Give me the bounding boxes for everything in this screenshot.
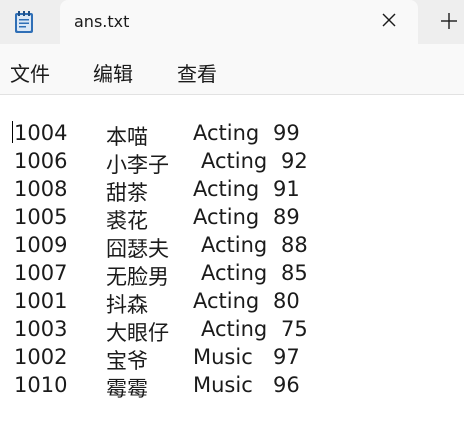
- line-score: 80: [273, 289, 300, 313]
- line-name: 霉霉: [106, 377, 148, 401]
- line-score: 96: [273, 373, 300, 397]
- menu-bar: 文件 编辑 查看: [0, 44, 464, 94]
- line-score: 89: [273, 205, 300, 229]
- line-id: 1009: [14, 233, 68, 257]
- line-score: 99: [273, 121, 300, 145]
- close-icon[interactable]: [378, 9, 400, 31]
- line-dept: Acting: [201, 233, 268, 257]
- line-dept: Acting: [201, 317, 268, 341]
- line-id: 1007: [14, 261, 68, 285]
- line-dept: Music: [193, 345, 253, 369]
- line-name: 裘花: [106, 209, 148, 233]
- line-id: 1001: [14, 289, 68, 313]
- line-score: 88: [281, 233, 308, 257]
- line-name: 无脸男: [106, 265, 169, 289]
- line-id: 1006: [14, 149, 68, 173]
- line-id: 1008: [14, 177, 68, 201]
- line-dept: Acting: [201, 261, 268, 285]
- line-name: 抖森: [106, 293, 148, 317]
- tab-title: ans.txt: [74, 12, 130, 31]
- title-bar: ans.txt: [0, 0, 464, 44]
- menu-edit[interactable]: 编辑: [93, 58, 133, 87]
- line-name: 本喵: [106, 125, 148, 149]
- menu-view[interactable]: 查看: [177, 58, 217, 87]
- line-dept: Acting: [193, 205, 260, 229]
- line-id: 1005: [14, 205, 68, 229]
- line-id: 1003: [14, 317, 68, 341]
- line-dept: Acting: [193, 289, 260, 313]
- line-score: 85: [281, 261, 308, 285]
- line-id: 1010: [14, 373, 68, 397]
- line-score: 91: [273, 177, 300, 201]
- line-name: 甜茶: [106, 181, 148, 205]
- tab-ans-txt[interactable]: ans.txt: [60, 0, 418, 44]
- line-name: 宝爷: [106, 349, 148, 373]
- line-score: 97: [273, 345, 300, 369]
- line-score: 75: [281, 317, 308, 341]
- line-dept: Acting: [201, 149, 268, 173]
- notepad-icon: [15, 11, 33, 33]
- menu-file[interactable]: 文件: [10, 58, 50, 87]
- line-dept: Acting: [193, 121, 260, 145]
- line-dept: Music: [193, 373, 253, 397]
- line-dept: Acting: [193, 177, 260, 201]
- text-editor[interactable]: 1004 本喵 Acting 99 1006 小李子 Acting 92 100…: [0, 95, 464, 440]
- line-name: 小李子: [106, 153, 169, 177]
- line-id: 1004: [14, 121, 68, 145]
- line-id: 1002: [14, 345, 68, 369]
- line-name: 囧瑟夫: [106, 237, 169, 261]
- plus-icon[interactable]: [438, 10, 460, 32]
- text-caret: [12, 121, 13, 143]
- line-name: 大眼仔: [106, 321, 169, 345]
- line-score: 92: [281, 149, 308, 173]
